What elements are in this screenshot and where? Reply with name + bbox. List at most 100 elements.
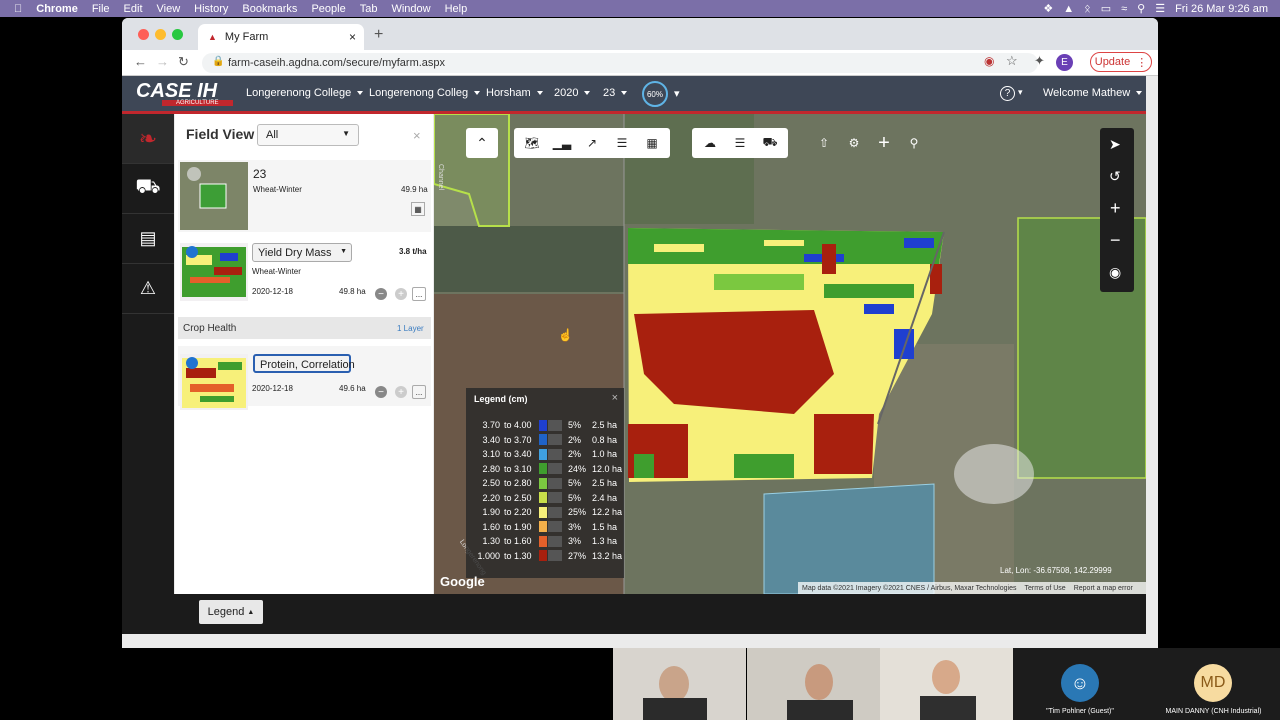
harvester-tool-icon[interactable]: ⛟ bbox=[758, 131, 782, 155]
crop-health-layers-link[interactable]: 1 Layer bbox=[397, 324, 424, 333]
bluetooth-icon[interactable]: ᛟ bbox=[1084, 3, 1091, 15]
dropbox-icon[interactable]: ❖ bbox=[1043, 2, 1053, 15]
help-caret-icon[interactable]: ▾ bbox=[1018, 87, 1023, 98]
menu-app-name[interactable]: Chrome bbox=[36, 3, 78, 15]
back-icon[interactable]: ← bbox=[134, 54, 147, 69]
reload-icon[interactable]: ↻ bbox=[178, 54, 189, 70]
calendar-icon[interactable]: ▦ bbox=[640, 131, 664, 155]
field-thumbnail[interactable] bbox=[180, 162, 248, 230]
apple-icon[interactable]:  bbox=[14, 3, 22, 15]
battery-icon[interactable]: ▭ bbox=[1101, 2, 1111, 15]
menu-file[interactable]: File bbox=[92, 3, 110, 15]
legend-swatch bbox=[539, 521, 547, 532]
video-tile-md[interactable]: MD MAIN DANNY (CNH Industrial) bbox=[1147, 648, 1280, 720]
new-tab-button[interactable]: + bbox=[374, 26, 383, 44]
help-icon[interactable]: ? bbox=[1000, 86, 1015, 101]
search-icon[interactable]: ⚲ bbox=[1137, 2, 1145, 15]
legend-button[interactable]: Legend ▲ bbox=[199, 600, 263, 624]
menu-tab[interactable]: Tab bbox=[360, 3, 378, 15]
add-icon[interactable]: + bbox=[872, 131, 896, 155]
google-logo[interactable]: Google bbox=[440, 574, 485, 589]
zoom-window-button[interactable] bbox=[172, 29, 183, 40]
extension-icon[interactable]: ◉ bbox=[984, 54, 994, 68]
profile-avatar[interactable]: E bbox=[1056, 54, 1073, 71]
menu-view[interactable]: View bbox=[157, 3, 181, 15]
welcome-menu[interactable]: Welcome Mathew bbox=[1043, 87, 1143, 99]
close-window-button[interactable] bbox=[138, 29, 149, 40]
forward-icon[interactable]: → bbox=[156, 54, 169, 69]
update-button[interactable]: Update ⋮ bbox=[1090, 52, 1152, 72]
zoom-out-icon[interactable]: − bbox=[1110, 230, 1121, 251]
video-tile-guest[interactable]: ☺ "Tim Pohlner (Guest)" bbox=[1013, 648, 1147, 720]
menu-people[interactable]: People bbox=[311, 3, 345, 15]
legend-ha: 2.4 ha bbox=[592, 492, 618, 503]
rotate-icon[interactable]: ↺ bbox=[1109, 168, 1121, 185]
wifi-icon[interactable]: ≈ bbox=[1121, 3, 1127, 15]
weather-icon[interactable]: ☁ bbox=[698, 131, 722, 155]
extensions-puzzle-icon[interactable]: ✦ bbox=[1034, 53, 1045, 69]
video-tile-2[interactable] bbox=[747, 648, 880, 720]
grid-icon[interactable]: ▦ bbox=[411, 202, 425, 216]
yield-more-button[interactable]: ... bbox=[412, 287, 426, 301]
menu-history[interactable]: History bbox=[194, 3, 228, 15]
legend-to: to 1.30 bbox=[504, 550, 532, 561]
protein-thumbnail[interactable] bbox=[180, 354, 248, 410]
video-tile-3[interactable] bbox=[880, 648, 1013, 720]
menu-edit[interactable]: Edit bbox=[124, 3, 143, 15]
nav-reports[interactable]: ▤ bbox=[122, 214, 174, 264]
layers-icon[interactable]: ☰ bbox=[728, 131, 752, 155]
nav-machinery[interactable]: ⛟ bbox=[122, 164, 174, 214]
upload-tool-icon[interactable]: ⇧ bbox=[812, 131, 836, 155]
legend-ha: 2.5 ha bbox=[592, 420, 618, 430]
protein-layer-select[interactable]: Protein, Correlation bbox=[253, 354, 355, 373]
report-error-link[interactable]: Report a map error bbox=[1074, 585, 1133, 592]
menu-help[interactable]: Help bbox=[445, 3, 468, 15]
zoom-in-icon[interactable]: + bbox=[1110, 198, 1121, 219]
nav-alerts[interactable]: ⚠ bbox=[122, 264, 174, 314]
tab-close-icon[interactable]: × bbox=[349, 30, 356, 44]
yield-thumbnail[interactable] bbox=[180, 243, 248, 311]
case-ih-logo[interactable]: CASE IH AGRICULTURE bbox=[136, 81, 236, 107]
progress-caret-icon[interactable]: ▾ bbox=[674, 87, 680, 100]
bar-chart-icon[interactable]: ▁▃ bbox=[550, 131, 574, 155]
menu-bookmarks[interactable]: Bookmarks bbox=[242, 3, 297, 15]
bookmark-star-icon[interactable]: ☆ bbox=[1006, 53, 1018, 69]
url-field[interactable]: 🔒 farm-caseih.agdna.com/secure/myfarm.as… bbox=[202, 53, 1038, 73]
upload-icon[interactable]: ▲ bbox=[1063, 3, 1074, 15]
bottom-bar: Legend ▲ bbox=[122, 594, 1146, 634]
legend-row: 1.30 to 1.60 3% 1.3 ha bbox=[474, 534, 617, 548]
globe-icon[interactable]: ◉ bbox=[1109, 264, 1121, 281]
control-center-icon[interactable]: ☰ bbox=[1155, 2, 1165, 15]
nav-field-view[interactable]: ❧ bbox=[122, 114, 174, 164]
yield-layer-select[interactable]: Yield Dry Mass ▼ bbox=[252, 243, 352, 262]
menubar-clock[interactable]: Fri 26 Mar 9:26 am bbox=[1175, 3, 1268, 15]
remove-layer-icon[interactable]: − bbox=[375, 288, 387, 300]
field-filter-select[interactable]: All ▼ bbox=[257, 124, 359, 146]
legend-swatch bbox=[539, 550, 547, 561]
list-icon[interactable]: ☰ bbox=[610, 131, 634, 155]
minimize-window-button[interactable] bbox=[155, 29, 166, 40]
panel-close-icon[interactable]: × bbox=[413, 128, 421, 143]
zoom-search-icon[interactable]: ⚲ bbox=[902, 131, 926, 155]
progress-ring[interactable]: 60% bbox=[642, 81, 668, 107]
video-tile-1[interactable] bbox=[613, 648, 746, 720]
map-icon[interactable]: 🗺 bbox=[520, 131, 544, 155]
protein-more-button[interactable]: ... bbox=[412, 385, 426, 399]
settings-icon[interactable]: ⚙ bbox=[842, 131, 866, 155]
menu-window[interactable]: Window bbox=[391, 3, 430, 15]
add-layer-icon[interactable]: + bbox=[395, 288, 407, 300]
farm-dropdown[interactable]: Longerenong College bbox=[246, 87, 364, 99]
collapse-button[interactable]: ⌃ bbox=[466, 128, 498, 158]
map-view[interactable]: ⌃ 🗺 ▁▃ ↗ ☰ ▦ ☁ ☰ ⛟ ⇧ ⚙ + ⚲ ➤ ↺ + − ◉ Cha… bbox=[434, 114, 1146, 594]
tab-my-farm[interactable]: ▲ My Farm × bbox=[198, 24, 364, 50]
field-dropdown[interactable]: 23 bbox=[603, 87, 628, 99]
line-chart-icon[interactable]: ↗ bbox=[580, 131, 604, 155]
year-dropdown[interactable]: 2020 bbox=[554, 87, 591, 99]
location-dropdown[interactable]: Longerenong Colleg bbox=[369, 87, 481, 99]
add-protein-icon[interactable]: + bbox=[395, 386, 407, 398]
navigate-icon[interactable]: ➤ bbox=[1109, 136, 1121, 153]
terms-link[interactable]: Terms of Use bbox=[1024, 585, 1065, 592]
region-dropdown[interactable]: Horsham bbox=[486, 87, 543, 99]
legend-close-icon[interactable]: × bbox=[612, 392, 618, 404]
remove-protein-icon[interactable]: − bbox=[375, 386, 387, 398]
